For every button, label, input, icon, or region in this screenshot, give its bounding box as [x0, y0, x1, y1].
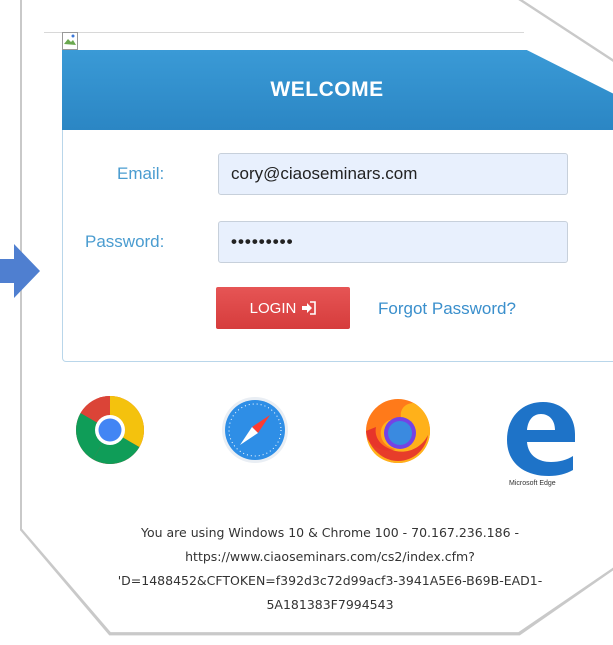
chrome-icon[interactable] [75, 395, 145, 465]
email-label: Email: [117, 164, 165, 183]
edge-icon[interactable] [503, 398, 577, 476]
footer-line-2: https://www.ciaoseminars.com/cs2/index.c… [185, 549, 475, 564]
firefox-icon[interactable] [362, 395, 434, 465]
login-button[interactable]: LOGIN [216, 287, 350, 329]
forgot-password-link[interactable]: Forgot Password? [378, 299, 516, 319]
password-field[interactable]: ••••••••• [218, 221, 568, 263]
screenshot-stage: WELCOME Email: cory@ciaoseminars.com Pas… [0, 0, 613, 645]
right-arrow-icon [0, 244, 40, 298]
email-field[interactable]: cory@ciaoseminars.com [218, 153, 568, 195]
login-button-label: LOGIN [249, 299, 297, 317]
password-label: Password: [85, 232, 165, 251]
safari-icon[interactable] [220, 395, 290, 465]
broken-image-icon [62, 32, 78, 50]
edge-caption: Microsoft Edge [509, 480, 556, 487]
sign-in-icon [302, 301, 317, 315]
footer-line-1: You are using Windows 10 & Chrome 100 - … [140, 525, 520, 540]
footer-line-3: 'D=1488452&CFTOKEN=f392d3c72d99acf3-3941… [117, 573, 543, 588]
environment-info: You are using Windows 10 & Chrome 100 - … [60, 521, 600, 617]
divider [44, 32, 524, 33]
welcome-title: WELCOME [270, 78, 384, 101]
footer-line-4: 5A181383F7994543 [266, 597, 394, 612]
